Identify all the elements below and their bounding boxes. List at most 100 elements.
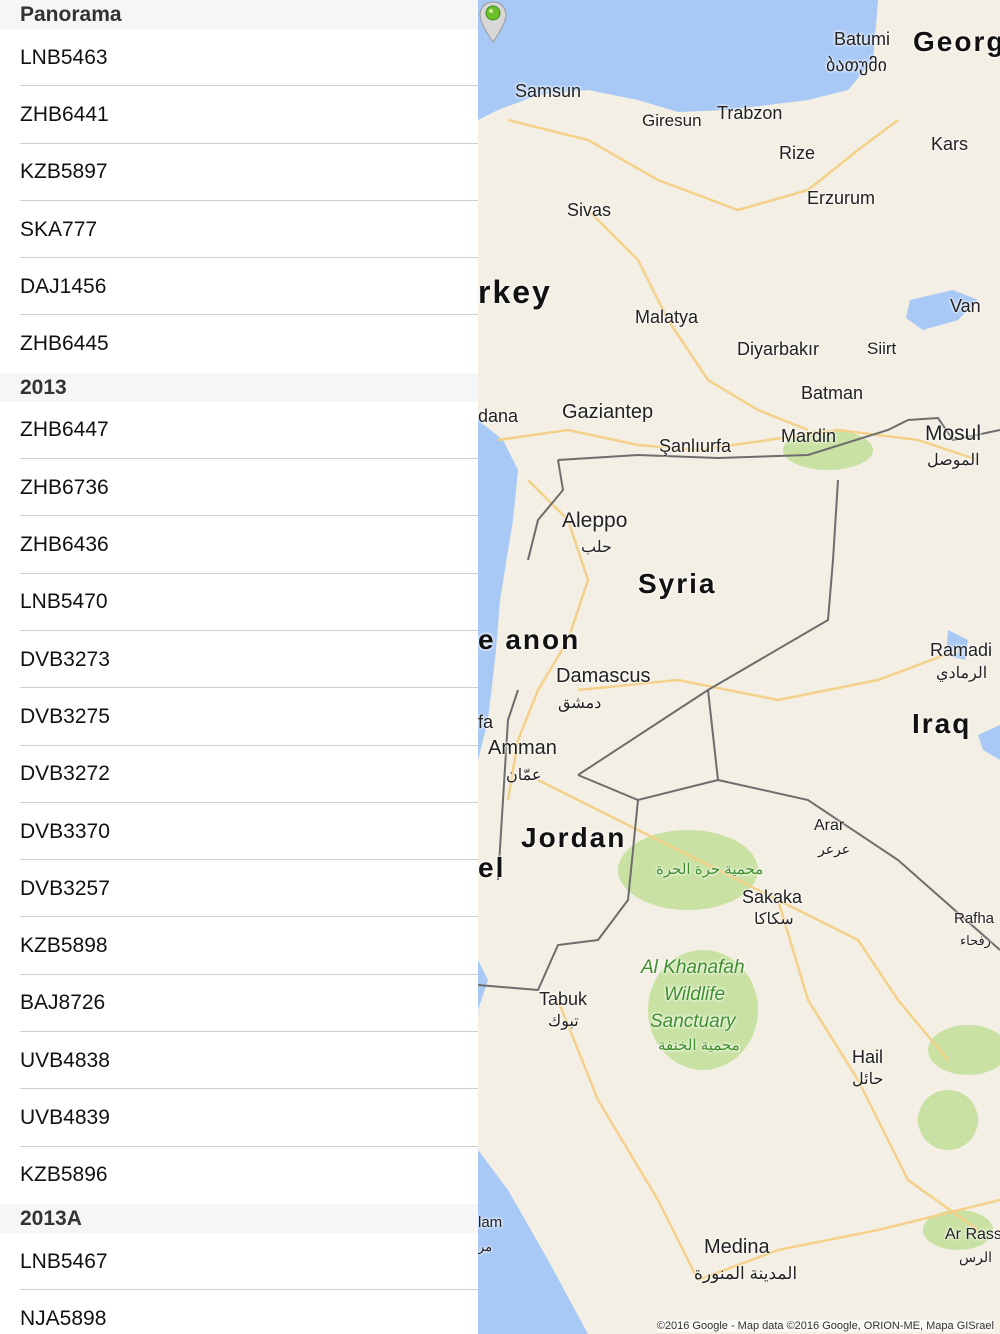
map-label-diyarbakir: Diyarbakır xyxy=(737,339,820,359)
map-label-harrat: محمية حرة الحرة xyxy=(656,861,764,878)
map-label-adana: dana xyxy=(478,406,519,426)
list-item-label: DAJ1456 xyxy=(20,274,107,298)
map-label-van: Van xyxy=(950,296,981,316)
list-item-label: ZHB6441 xyxy=(20,102,109,126)
list-item[interactable]: LNB5463 xyxy=(0,29,478,87)
section-header: 2013 xyxy=(0,372,478,402)
list-item-label: KZB5898 xyxy=(20,934,108,958)
list-item[interactable]: KZB5896 xyxy=(0,1147,478,1204)
map-label-amman-ar: عمّان xyxy=(506,767,542,784)
map-label-sakaka-ar: سكاكا xyxy=(754,911,794,928)
map-label-lebanon: e anon xyxy=(478,624,581,655)
list-item-label: DVB3273 xyxy=(20,647,110,671)
section-header: 2013A xyxy=(0,1203,478,1233)
list-item[interactable]: LNB5467 xyxy=(0,1233,478,1291)
list-item[interactable]: ZHB6447 xyxy=(0,402,478,460)
list-item[interactable]: KZB5898 xyxy=(0,917,478,976)
map-label-sivas: Sivas xyxy=(567,200,612,220)
list-item[interactable]: SKA777 xyxy=(0,201,478,259)
list-item[interactable]: ZHB6736 xyxy=(0,459,478,517)
list-item[interactable]: DVB3275 xyxy=(0,688,478,746)
map-label-rafha-ar: رفحاء xyxy=(960,933,991,948)
map-label-aleppo-ar: حلب xyxy=(581,539,612,556)
map-label-lam: lam xyxy=(478,1214,503,1231)
map-label-siirt: Siirt xyxy=(867,339,897,358)
map-label-turkey: rkey xyxy=(478,274,552,310)
list-item-label: ZHB6736 xyxy=(20,475,109,499)
map-view[interactable]: Georg Batumi ბათუმი Samsun Giresun Trabz… xyxy=(478,0,1000,1334)
map-label-arar: Arar xyxy=(814,817,845,834)
list-item[interactable]: UVB4838 xyxy=(0,1032,478,1090)
map-label-ramadi: Ramadi xyxy=(930,640,993,660)
map-label-medina-ar: المدينة المنورة xyxy=(694,1264,798,1283)
list-item[interactable]: DVB3257 xyxy=(0,860,478,918)
list-item-label: ZHB6436 xyxy=(20,533,109,557)
flight-list: Panorama LNB5463 ZHB6441 KZB5897 SKA777 DAJ14… xyxy=(0,0,478,1334)
map-label-mardin: Mardin xyxy=(781,426,837,446)
list-item[interactable]: DAJ1456 xyxy=(0,258,478,316)
list-item[interactable]: DVB3273 xyxy=(0,631,478,689)
list-item[interactable]: BAJ8726 xyxy=(0,975,478,1033)
map-label-batumi-ka: ბათუმი xyxy=(826,55,887,75)
list-item-label: DVB3257 xyxy=(20,876,110,900)
map-label-fa: fa xyxy=(478,712,494,732)
map-label-mosul-ar: الموصل xyxy=(927,452,980,469)
list-item-label: KZB5896 xyxy=(20,1163,108,1187)
list-item[interactable]: ZHB6436 xyxy=(0,516,478,574)
map-label-khanafah-2: Wildlife xyxy=(664,984,726,1005)
list-item-label: DVB3275 xyxy=(20,704,110,728)
map-label-tabuk: Tabuk xyxy=(539,989,588,1009)
map-label-samsun: Samsun xyxy=(515,81,582,101)
list-item[interactable]: UVB4839 xyxy=(0,1089,478,1147)
list-item-label: NJA5898 xyxy=(20,1306,107,1330)
list-item-label: KZB5897 xyxy=(20,160,108,184)
map-copyright[interactable]: ©2016 Google - Map data ©2016 Google, OR… xyxy=(656,1320,994,1332)
map-label-tabuk-ar: تبوك xyxy=(548,1013,579,1030)
list-item-label: LNB5470 xyxy=(20,590,108,614)
map-label-gaziantep: Gaziantep xyxy=(562,401,654,423)
map-label-medina: Medina xyxy=(704,1236,770,1258)
map-label-syria: Syria xyxy=(638,568,717,599)
map-label-israel: el xyxy=(478,852,506,883)
map-label-damascus-ar: دمشق xyxy=(558,695,602,712)
map-label-amman: Amman xyxy=(488,737,557,759)
map-label-hail: Hail xyxy=(852,1047,884,1067)
map-label-giresun: Giresun xyxy=(642,111,702,130)
map-label-khanafah-ar: محمية الخنفة xyxy=(658,1037,740,1054)
map-label-erzurum: Erzurum xyxy=(807,188,876,208)
map-label-ar-rass-ar: الرس xyxy=(959,1249,992,1265)
list-item-label: UVB4838 xyxy=(20,1048,110,1072)
list-item-label: ZHB6445 xyxy=(20,332,109,356)
list-item-label: UVB4839 xyxy=(20,1105,110,1129)
map-label-mosul: Mosul xyxy=(925,422,982,445)
list-item-label: LNB5467 xyxy=(20,1249,108,1273)
list-item[interactable]: DVB3272 xyxy=(0,746,478,804)
map-label-batumi: Batumi xyxy=(834,29,891,49)
list-item-label: ZHB6447 xyxy=(20,418,109,442)
map-label-aleppo: Aleppo xyxy=(562,509,628,532)
map-label-sanliurfa: Şanlıurfa xyxy=(659,436,732,456)
map-label-batman: Batman xyxy=(801,383,864,403)
map-label-damascus: Damascus xyxy=(556,665,651,687)
list-item[interactable]: ZHB6441 xyxy=(0,86,478,144)
list-item-label: BAJ8726 xyxy=(20,991,106,1015)
map-pin-icon[interactable] xyxy=(478,0,508,44)
list-item-label: DVB3272 xyxy=(20,762,110,786)
map-label-khanafah-3: Sanctuary xyxy=(650,1011,736,1032)
map-label-arar-ar: عرعر xyxy=(818,841,851,857)
list-item[interactable]: LNB5470 xyxy=(0,574,478,632)
list-item[interactable]: NJA5898 xyxy=(0,1290,478,1334)
map-label-ramadi-ar: الرمادي xyxy=(936,665,988,682)
map-label-sakaka: Sakaka xyxy=(742,887,803,907)
list-item-label: DVB3370 xyxy=(20,819,110,843)
list-item-label: LNB5463 xyxy=(20,45,108,69)
map-label-ar-rass: Ar Rass xyxy=(945,1226,1000,1243)
list-item[interactable]: KZB5897 xyxy=(0,144,478,202)
map-label-iraq: Iraq xyxy=(912,708,972,739)
list-item[interactable]: DVB3370 xyxy=(0,803,478,861)
list-item[interactable]: ZHB6445 xyxy=(0,315,478,372)
map-label-khanafah-1: Al Khanafah xyxy=(641,957,745,978)
map-label-hail-ar: حائل xyxy=(852,1071,884,1088)
map-label-malatya: Malatya xyxy=(635,307,699,327)
map-label-rize: Rize xyxy=(779,143,816,163)
